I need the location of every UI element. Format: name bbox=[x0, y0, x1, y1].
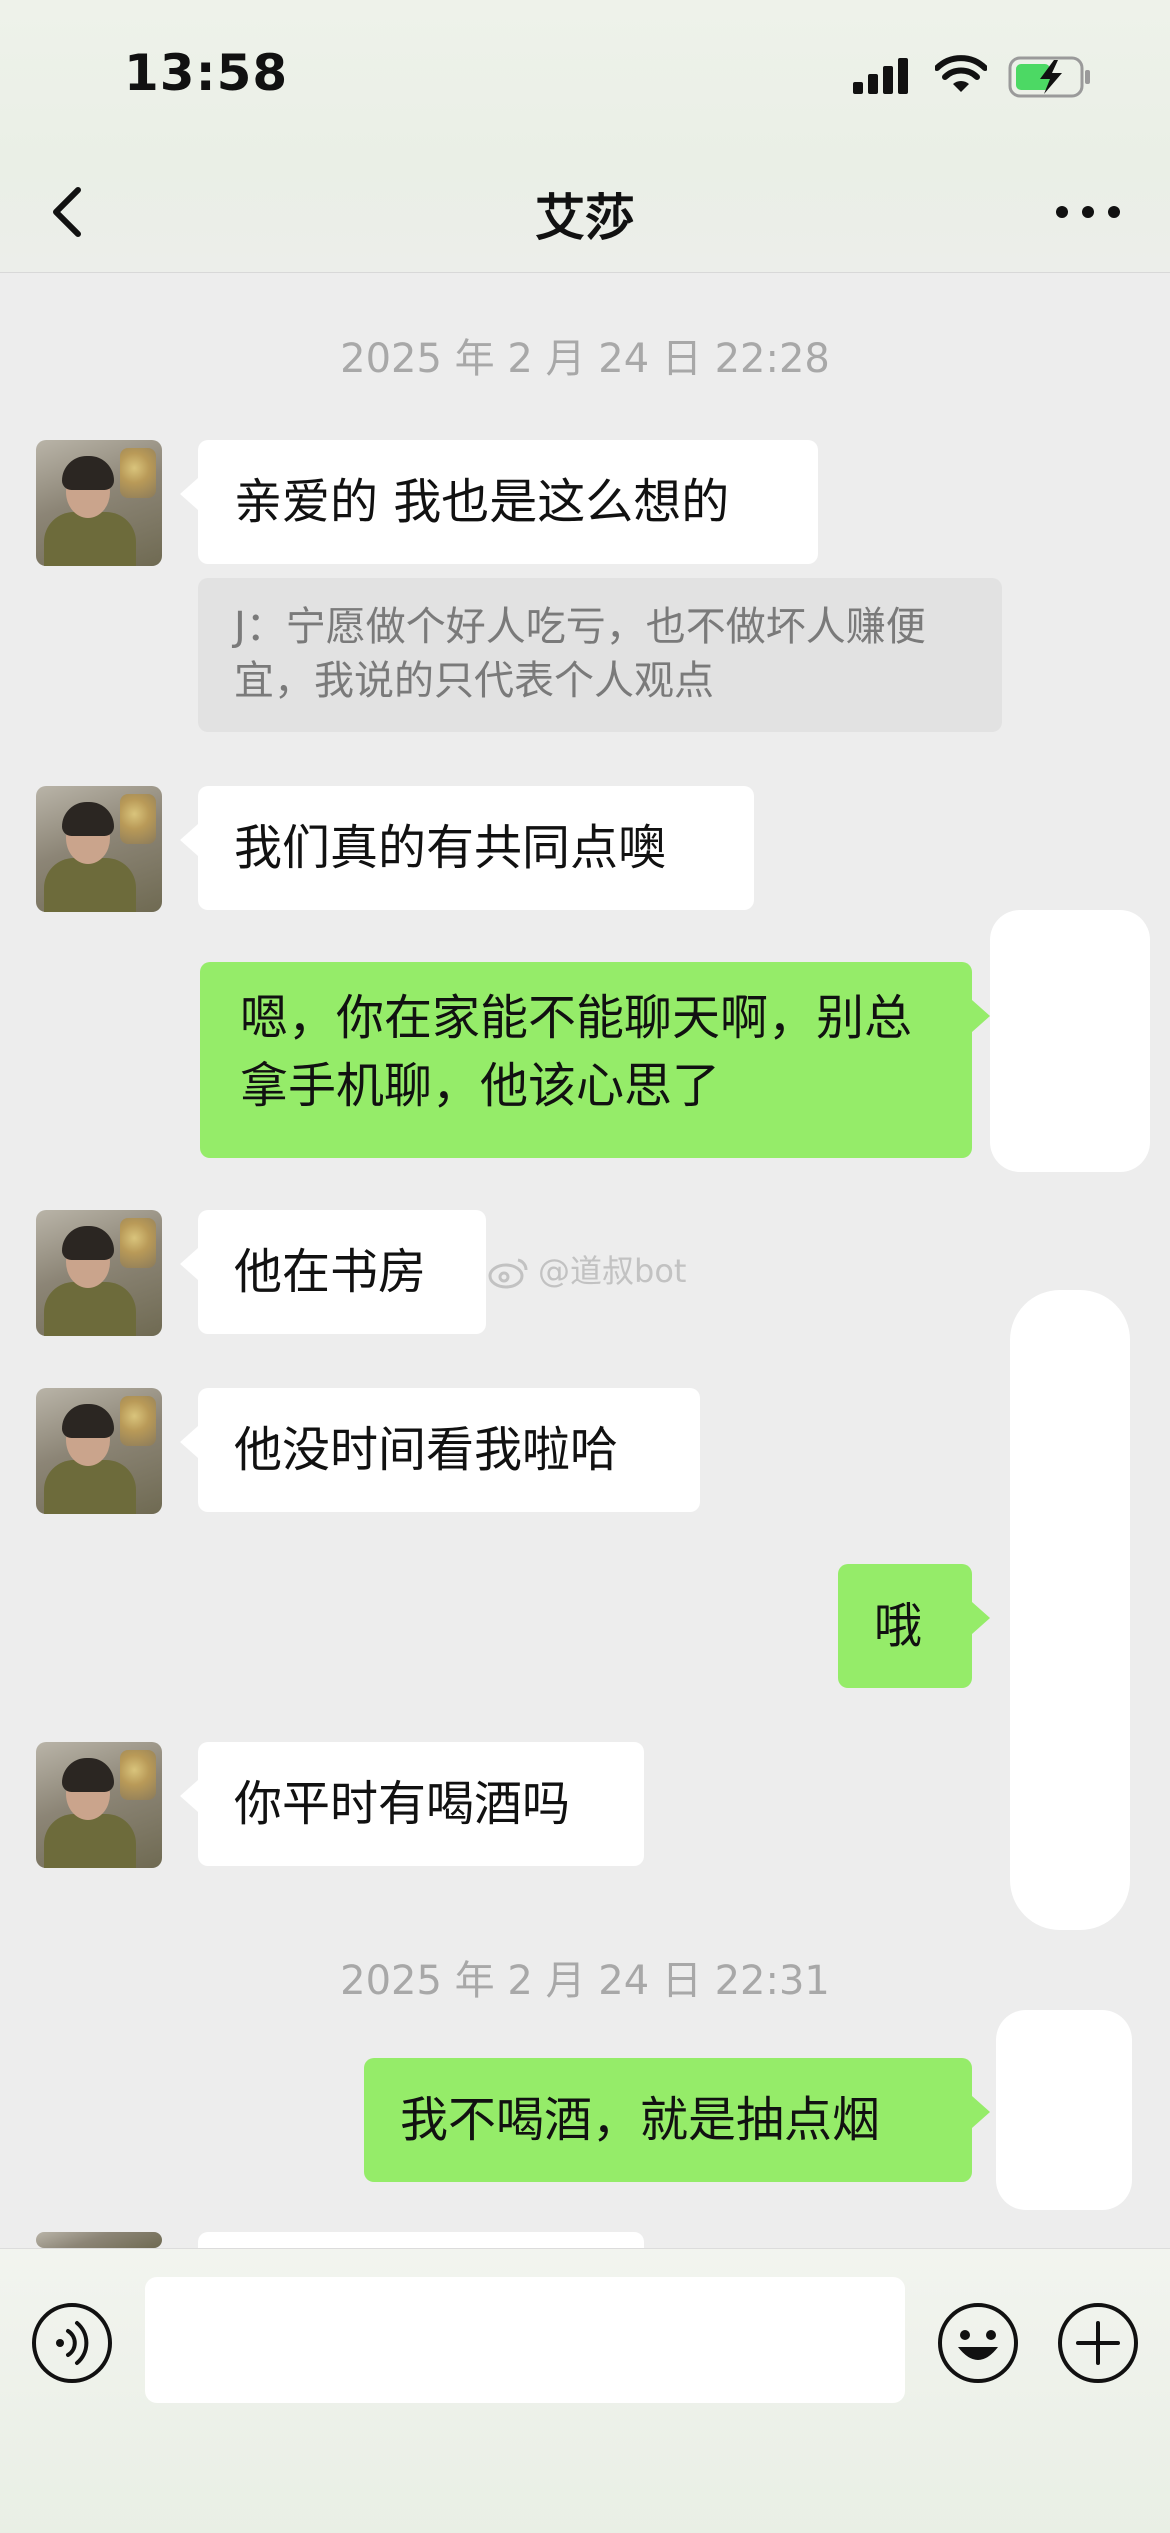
incoming-message-partial bbox=[198, 2232, 644, 2248]
redacted-avatar bbox=[996, 2010, 1132, 2210]
incoming-message[interactable]: 我们真的有共同点噢 bbox=[180, 786, 754, 910]
avatar[interactable] bbox=[36, 1742, 162, 1868]
input-bar bbox=[0, 2248, 1170, 2533]
message-timestamp: 2025 年 2 月 24 日 22:31 bbox=[340, 1958, 830, 2004]
incoming-message[interactable]: 他没时间看我啦哈 bbox=[180, 1388, 700, 1512]
watermark-text: @道叔bot bbox=[538, 1252, 687, 1290]
status-time: 13:58 bbox=[124, 44, 289, 102]
outgoing-message[interactable]: 嗯，你在家能不能聊天啊，别总拿手机聊，他该心思了 bbox=[200, 962, 990, 1158]
avatar bbox=[36, 2232, 162, 2248]
watermark: @道叔bot bbox=[488, 1246, 686, 1290]
nav-bar: 艾莎 bbox=[0, 150, 1170, 273]
wifi-icon bbox=[935, 55, 987, 92]
redacted-avatar bbox=[1010, 1290, 1130, 1930]
plus-icon[interactable] bbox=[1056, 2301, 1140, 2385]
quoted-message[interactable]: J：宁愿做个好人吃亏，也不做坏人赚便宜，我说的只代表个人观点 bbox=[198, 578, 1002, 732]
outgoing-message[interactable]: 我不喝酒，就是抽点烟 bbox=[364, 2058, 990, 2182]
battery-icon bbox=[1008, 56, 1090, 98]
status-bar: 13:58 bbox=[0, 0, 1170, 150]
avatar[interactable] bbox=[36, 786, 162, 912]
voice-icon[interactable] bbox=[30, 2301, 114, 2385]
incoming-message[interactable]: 你平时有喝酒吗 bbox=[180, 1742, 644, 1866]
message-input[interactable] bbox=[145, 2277, 905, 2403]
signal-icon bbox=[853, 58, 908, 94]
redacted-avatar bbox=[990, 910, 1150, 1172]
avatar[interactable] bbox=[36, 1388, 162, 1514]
outgoing-message[interactable]: 哦 bbox=[838, 1564, 990, 1688]
message-timestamp: 2025 年 2 月 24 日 22:28 bbox=[340, 336, 830, 382]
more-options-button[interactable] bbox=[1048, 180, 1128, 244]
avatar[interactable] bbox=[36, 1210, 162, 1336]
weibo-icon bbox=[488, 1258, 528, 1289]
chat-title: 艾莎 bbox=[535, 189, 635, 247]
avatar[interactable] bbox=[36, 440, 162, 566]
incoming-message[interactable]: 亲爱的 我也是这么想的 bbox=[180, 440, 818, 564]
incoming-message[interactable]: 他在书房 bbox=[180, 1210, 486, 1334]
emoji-icon[interactable] bbox=[936, 2301, 1020, 2385]
